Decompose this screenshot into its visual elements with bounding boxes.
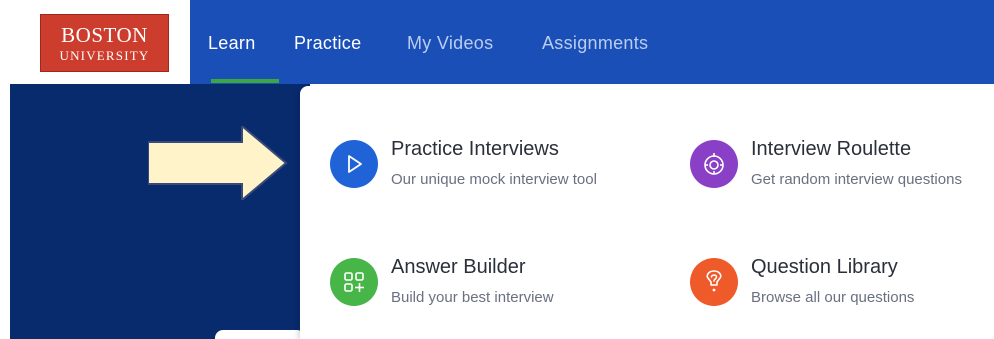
menu-item-description: Our unique mock interview tool [391, 171, 597, 188]
active-nav-underline [211, 79, 279, 83]
play-icon [330, 140, 378, 188]
nav-my-videos[interactable]: My Videos [407, 33, 493, 54]
menu-item-description: Browse all our questions [751, 289, 915, 306]
pointer-arrow-icon [148, 126, 288, 200]
roulette-icon [690, 140, 738, 188]
hero-tab-edge [215, 330, 305, 339]
menu-item-title: Question Library [751, 256, 898, 278]
question-mark-icon [690, 258, 738, 306]
nav-learn[interactable]: Learn [208, 33, 256, 54]
boston-university-logo[interactable]: BOSTON UNIVERSITY [40, 14, 169, 72]
menu-item-title: Practice Interviews [391, 138, 559, 160]
menu-item-title: Answer Builder [391, 256, 526, 278]
nav-assignments[interactable]: Assignments [542, 33, 648, 54]
practice-dropdown-panel: Practice Interviews Our unique mock inte… [300, 86, 994, 339]
menu-item-title: Interview Roulette [751, 138, 912, 160]
builder-blocks-icon [330, 258, 378, 306]
menu-item-description: Get random interview questions [751, 171, 962, 188]
nav-practice[interactable]: Practice [294, 33, 361, 54]
hero-background [10, 84, 310, 339]
logo-line-1: BOSTON [61, 22, 148, 47]
logo-line-2: UNIVERSITY [59, 47, 150, 63]
menu-item-description: Build your best interview [391, 289, 554, 306]
app-frame: BOSTON UNIVERSITY Learn Practice My Vide… [10, 0, 994, 339]
